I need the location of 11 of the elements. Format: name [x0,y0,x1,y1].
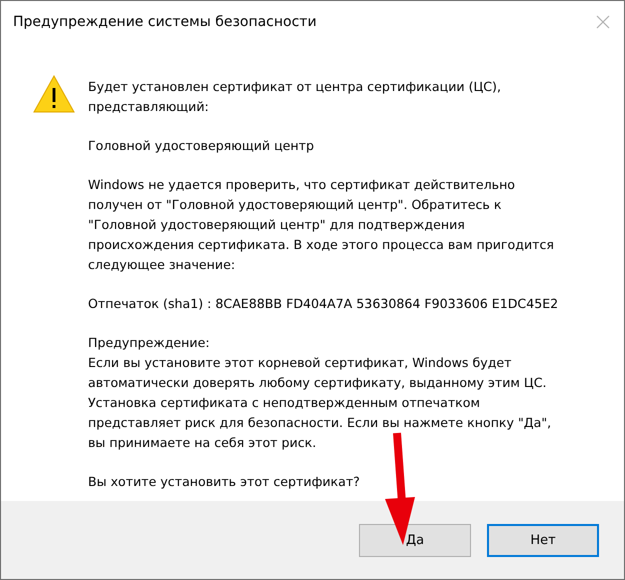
dialog-button[interactable]: Да [359,524,471,556]
dialog-button[interactable]: Нет [487,524,599,556]
message-text: Предупреждение: Если вы установите этот корневой сертификат, Windows будет автоматически доверять любому сертификату, выданному этим ЦС. Установка сертификата с неподтвержденным отпечатком представляет риск для безопасности. Если вы нажмете кнопку "Да", вы принимаете на себя этот риск. [88,334,552,452]
message-text: Вы хотите установить этот сертификат? [88,473,361,491]
window-title: Предупреждение системы безопасности [13,14,317,30]
message-text: Windows не удается проверить, что сертификат действительно получен от "Головной удостоверяющий центр". Обратитесь к "Головной удостоверяющий центр" для подтверждения происхождения сертификата. В ходе этого процесса вам пригодится следующее значение: [88,176,555,274]
close-icon[interactable] [596,15,610,29]
warning-icon [33,75,75,113]
message-text: Отпечаток (sha1) : 8CAE88BB FD404A7A 53630864 F9033606 E1DC45E2 [88,295,558,313]
message-text: Головной удостоверяющий центр [88,137,315,155]
message-text: Будет установлен сертификат от центра сертификации (ЦС), представляющий: [88,78,502,116]
